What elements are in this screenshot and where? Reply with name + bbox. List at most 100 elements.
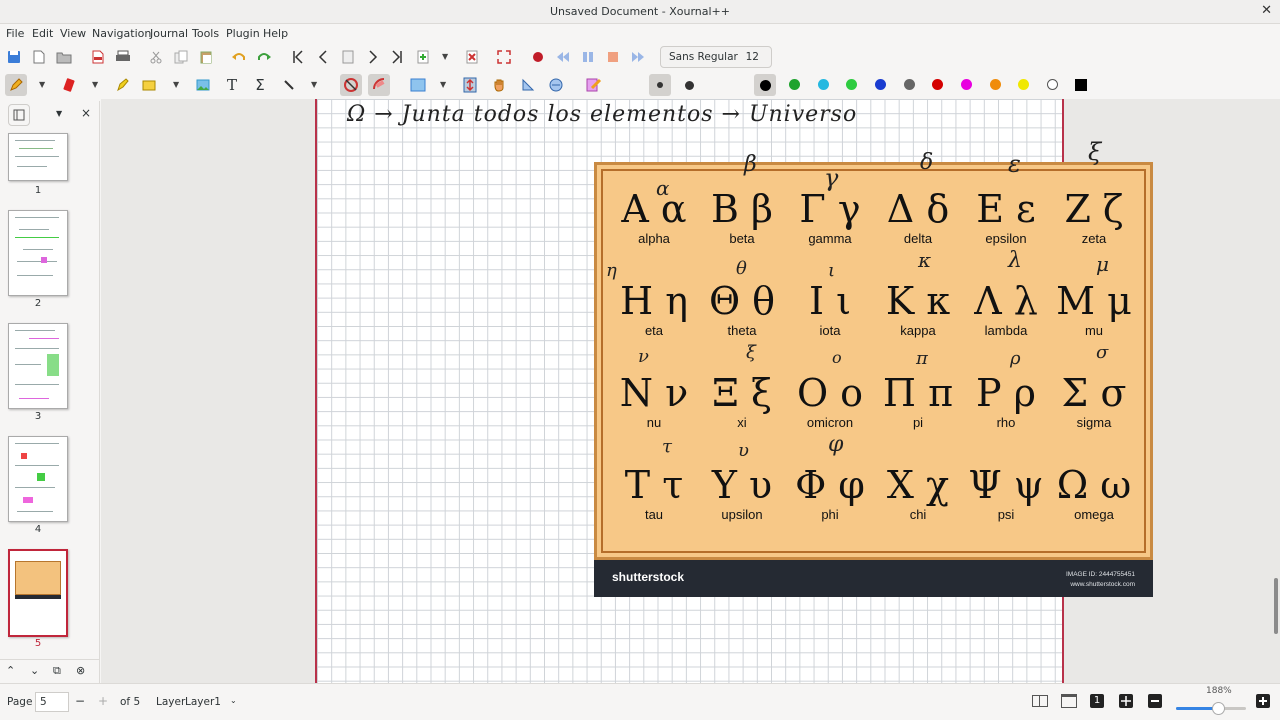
delete-page-sidebar-icon[interactable]: ⊗ xyxy=(76,664,85,677)
eraser-icon[interactable] xyxy=(58,74,80,96)
text-tool-icon[interactable]: T xyxy=(221,74,243,96)
compass-icon[interactable] xyxy=(545,74,567,96)
menu-file[interactable]: File xyxy=(6,27,24,40)
delete-page-icon[interactable] xyxy=(461,46,483,68)
zoom-slider[interactable] xyxy=(1176,702,1246,715)
select-dropdown-icon[interactable]: ▼ xyxy=(173,80,179,89)
paste-icon[interactable] xyxy=(195,46,217,68)
pause-icon[interactable] xyxy=(577,46,599,68)
document-page[interactable]: Ω → Junta todos los elementos → Universo… xyxy=(315,99,1153,683)
page-number-input[interactable]: 5 xyxy=(35,692,69,712)
menu-tools[interactable]: Tools xyxy=(192,27,219,40)
fast-forward-icon[interactable] xyxy=(627,46,649,68)
menu-view[interactable]: View xyxy=(60,27,86,40)
hand-tool-icon[interactable] xyxy=(488,74,510,96)
annotation-beta: β xyxy=(744,152,757,177)
font-selector-button[interactable]: Sans Regular 12 xyxy=(660,46,772,68)
sidebar-view-button[interactable] xyxy=(8,104,30,126)
print-icon[interactable] xyxy=(112,46,134,68)
move-page-up-icon[interactable]: ⌃ xyxy=(6,664,15,677)
layer-selector[interactable]: Layer1 xyxy=(185,696,221,708)
pen-dropdown-icon[interactable]: ▼ xyxy=(39,80,45,89)
rectangle-dropdown-icon[interactable]: ▼ xyxy=(440,80,446,89)
fullscreen-icon[interactable] xyxy=(493,46,515,68)
eraser-dropdown-icon[interactable]: ▼ xyxy=(92,80,98,89)
sidebar-dropdown-icon[interactable]: ▼ xyxy=(56,109,62,118)
color-swatch-light-green[interactable] xyxy=(846,79,857,90)
pen-icon[interactable] xyxy=(5,74,27,96)
color-swatch-magenta[interactable] xyxy=(961,79,972,90)
color-swatch-white[interactable] xyxy=(1047,79,1058,90)
menu-navigation[interactable]: Navigation xyxy=(92,27,151,40)
export-pdf-icon[interactable] xyxy=(87,46,109,68)
menu-journal[interactable]: Journal xyxy=(150,27,188,40)
open-folder-icon[interactable] xyxy=(53,46,75,68)
two-pages-icon[interactable] xyxy=(1032,695,1048,707)
new-document-icon[interactable] xyxy=(28,46,50,68)
color-swatch-yellow[interactable] xyxy=(1018,79,1029,90)
rectangle-tool-icon[interactable] xyxy=(407,74,429,96)
save-icon[interactable] xyxy=(3,46,25,68)
zoom-out-icon[interactable] xyxy=(1148,694,1162,708)
insert-page-icon[interactable] xyxy=(412,46,434,68)
vertical-space-icon[interactable] xyxy=(459,74,481,96)
stop-icon[interactable] xyxy=(602,46,624,68)
close-window-icon[interactable]: ✕ xyxy=(1261,3,1272,18)
last-page-icon[interactable] xyxy=(386,46,408,68)
color-swatch-orange[interactable] xyxy=(990,79,1001,90)
cut-icon[interactable] xyxy=(145,46,167,68)
fill-icon[interactable] xyxy=(717,74,739,96)
medium-size-icon[interactable] xyxy=(649,74,671,96)
layer-dropdown-icon[interactable]: ⌄ xyxy=(230,696,237,705)
color-swatch-red[interactable] xyxy=(932,79,943,90)
select-region-icon[interactable] xyxy=(140,74,162,96)
first-page-icon[interactable] xyxy=(287,46,309,68)
copy-page-icon[interactable]: ⧉ xyxy=(53,664,61,678)
set-square-icon[interactable] xyxy=(517,74,539,96)
color-swatch-gray[interactable] xyxy=(904,79,915,90)
menu-edit[interactable]: Edit xyxy=(32,27,53,40)
copy-icon[interactable] xyxy=(170,46,192,68)
image-icon[interactable] xyxy=(192,74,214,96)
goto-page-icon[interactable] xyxy=(337,46,359,68)
color-swatch-cyan[interactable] xyxy=(818,79,829,90)
page-thumbnail-2[interactable] xyxy=(8,210,68,296)
page-thumbnail-3[interactable] xyxy=(8,323,68,409)
document-canvas[interactable]: Ω → Junta todos los elementos → Universo… xyxy=(101,99,1280,683)
page-increment-button[interactable]: + xyxy=(98,694,108,708)
page-thumbnail-1[interactable] xyxy=(8,133,68,181)
rewind-icon[interactable] xyxy=(552,46,574,68)
menu-plugin[interactable]: Plugin xyxy=(226,27,260,40)
move-page-down-icon[interactable]: ⌄ xyxy=(30,664,39,677)
select-pdf-text-icon[interactable] xyxy=(583,74,605,96)
zoom-100-icon[interactable]: 1 xyxy=(1090,694,1104,708)
custom-color-icon[interactable] xyxy=(1070,74,1092,96)
sidebar-close-icon[interactable]: × xyxy=(81,106,91,120)
vertical-scrollbar[interactable] xyxy=(1274,578,1278,634)
redo-icon[interactable] xyxy=(253,46,275,68)
highlighter-icon[interactable] xyxy=(111,74,133,96)
presentation-mode-icon[interactable] xyxy=(1061,694,1077,708)
color-swatch-green[interactable] xyxy=(789,79,800,90)
ruler-tool-icon[interactable] xyxy=(368,74,390,96)
next-page-icon[interactable] xyxy=(362,46,384,68)
page-decrement-button[interactable]: − xyxy=(75,694,85,708)
color-swatch-blue[interactable] xyxy=(875,79,886,90)
shape-recognizer-icon[interactable] xyxy=(340,74,362,96)
page-thumbnail-4[interactable] xyxy=(8,436,68,522)
color-swatch-black[interactable] xyxy=(754,74,776,96)
insert-page-dropdown-icon[interactable]: ▼ xyxy=(442,52,448,61)
zoom-in-icon[interactable] xyxy=(1256,694,1270,708)
shape-dropdown-icon[interactable]: ▼ xyxy=(311,80,317,89)
menu-help[interactable]: Help xyxy=(263,27,288,40)
previous-page-icon[interactable] xyxy=(312,46,334,68)
shape-tool-icon[interactable] xyxy=(278,74,300,96)
zoom-fit-icon[interactable] xyxy=(1119,694,1133,708)
latex-tool-icon[interactable]: Σ xyxy=(249,74,271,96)
page-thumbnail-5[interactable] xyxy=(8,549,68,637)
record-icon[interactable] xyxy=(527,46,549,68)
thick-size-icon[interactable] xyxy=(678,74,700,96)
undo-icon[interactable] xyxy=(228,46,250,68)
letter-cell-theta: Θ θ theta xyxy=(698,279,786,338)
greek-alphabet-image[interactable]: Α α alpha Β β beta Γ γ gamma Δ δ delta Ε ε epsilo… xyxy=(594,138,1153,598)
